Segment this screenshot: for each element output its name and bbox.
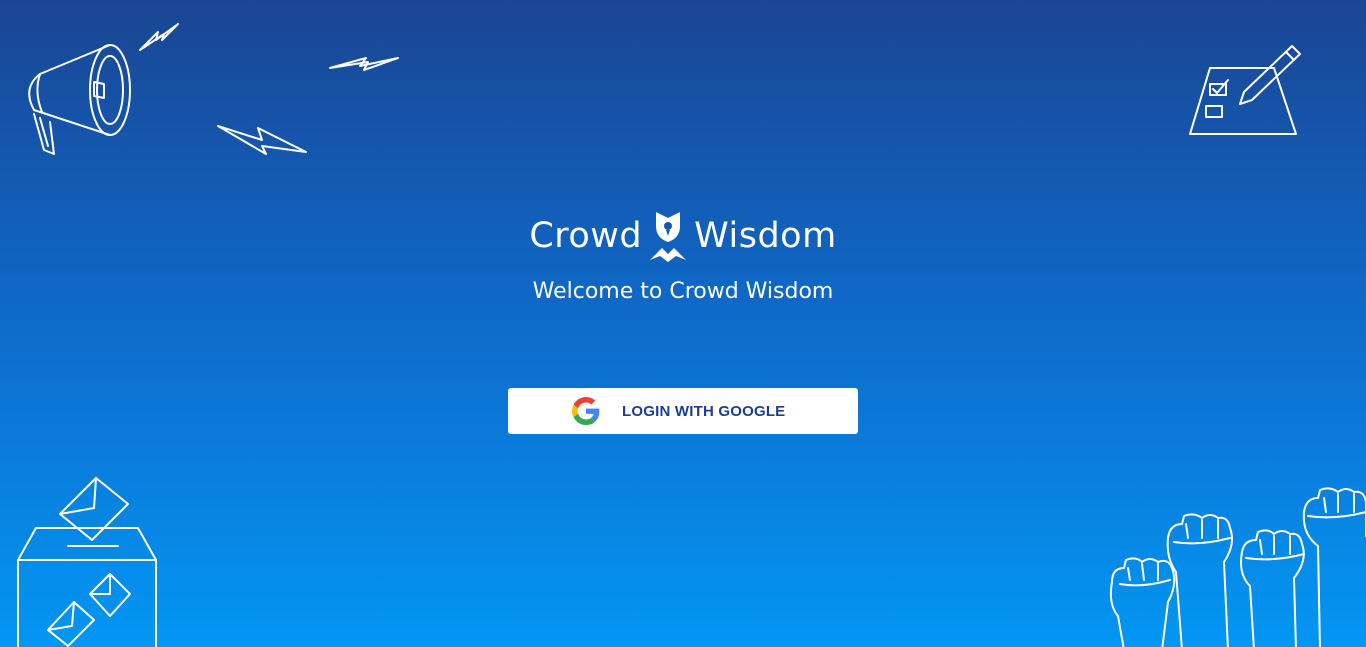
login-with-google-button[interactable]: LOGIN WITH GOOGLE (508, 388, 858, 434)
ballot-checklist-icon (1189, 45, 1301, 135)
owl-mark-icon (650, 212, 687, 262)
lightning-bolt-icon (217, 125, 307, 155)
google-g-icon (572, 397, 600, 425)
lightning-bolt-icon (329, 57, 399, 71)
ballot-box-icon (17, 477, 157, 647)
raised-fists-icon (1109, 487, 1366, 647)
brand-name-left: Crowd (529, 216, 643, 256)
login-button-label: LOGIN WITH GOOGLE (622, 402, 786, 420)
megaphone-icon (28, 44, 131, 155)
brand-name-right: Wisdom (694, 216, 837, 256)
welcome-text: Welcome to Crowd Wisdom (532, 279, 834, 304)
login-page: Crowd Wisdom Welcome to Crowd Wisdom LOG… (0, 0, 1366, 647)
lightning-bolt-icon (139, 23, 179, 51)
brand-logo: Crowd Wisdom (508, 208, 858, 264)
